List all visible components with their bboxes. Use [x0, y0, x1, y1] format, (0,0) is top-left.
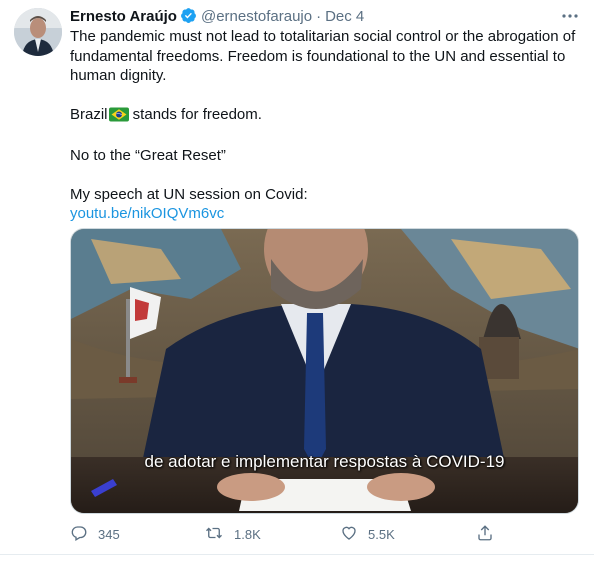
video-caption: de adotar e implementar respostas à COVI…	[144, 452, 505, 471]
tweet-paragraph-1: The pandemic must not lead to totalitari…	[70, 28, 576, 84]
tweet[interactable]: Ernesto Araújo @ernestofaraujo · Dec 4 The …	[0, 0, 594, 561]
retweet-count: 1.8K	[234, 526, 261, 542]
retweet-button[interactable]: 1.8K	[204, 522, 261, 546]
more-options-icon[interactable]	[560, 6, 580, 26]
reply-icon	[70, 524, 88, 545]
separator-dot: ·	[316, 8, 322, 25]
divider	[0, 554, 594, 555]
like-button[interactable]: 5.5K	[340, 522, 395, 546]
tweet-header: Ernesto Araújo @ernestofaraujo · Dec 4	[70, 7, 580, 27]
tweet-paragraph-3: No to the “Great Reset”	[70, 147, 226, 164]
share-icon	[476, 524, 494, 545]
tweet-paragraph-2-text: Brazil	[70, 105, 108, 123]
video-thumbnail[interactable]: de adotar e implementar respostas à COVI…	[70, 228, 579, 514]
reply-button[interactable]: 345	[70, 522, 120, 546]
avatar[interactable]	[14, 8, 62, 56]
youtube-link[interactable]: youtu.be/nikOIQVm6vc	[70, 205, 224, 222]
author-handle[interactable]: @ernestofaraujo	[201, 8, 312, 25]
tweet-actions: 345 1.8K 5.5K	[70, 522, 510, 546]
tweet-paragraph-2: Brazil stands for freedom.	[70, 105, 580, 128]
tweet-paragraph-2-rest: stands for freedom.	[128, 105, 262, 123]
heart-icon	[340, 524, 358, 545]
share-button[interactable]	[476, 522, 494, 546]
tweet-text: The pandemic must not lead to totalitari…	[70, 27, 580, 224]
reply-count: 345	[98, 526, 120, 542]
like-count: 5.5K	[368, 526, 395, 542]
tweet-paragraph-4: My speech at UN session on Covid:	[70, 185, 308, 203]
retweet-icon	[204, 524, 224, 545]
tweet-date[interactable]: Dec 4	[325, 8, 364, 25]
brazil-flag-icon	[108, 107, 129, 128]
author-name[interactable]: Ernesto Araújo	[70, 8, 177, 25]
